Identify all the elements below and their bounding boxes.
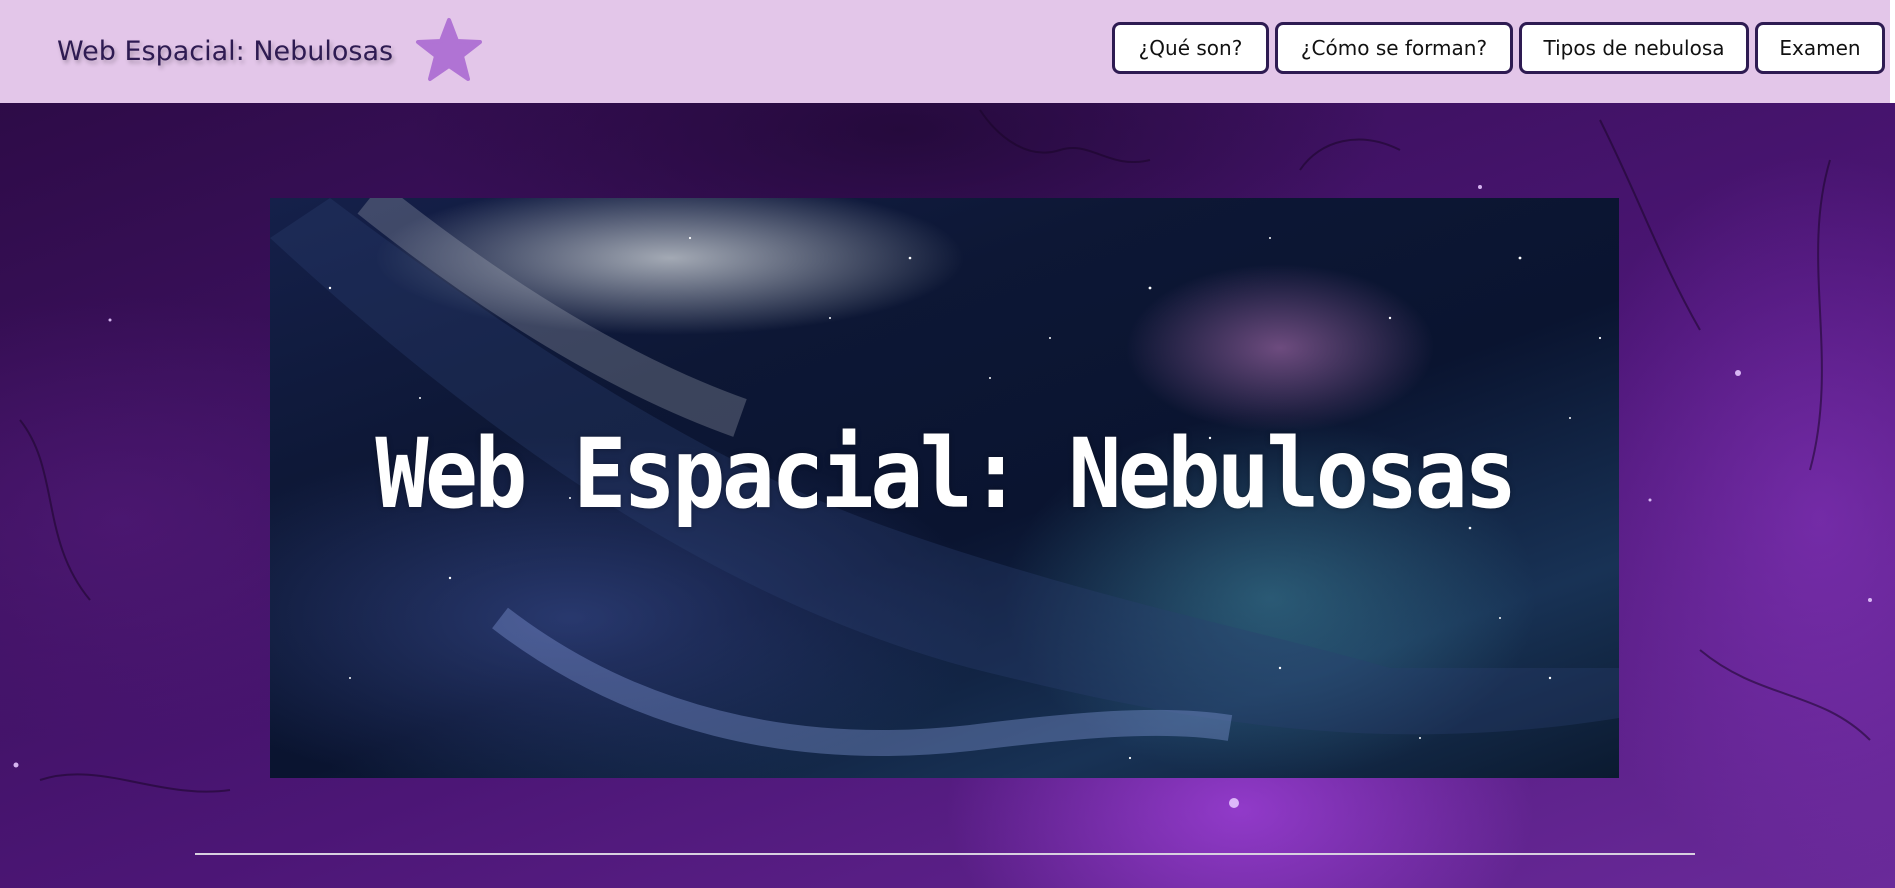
nav-button-que-son[interactable]: ¿Qué son? (1112, 22, 1269, 74)
section-divider (195, 853, 1695, 855)
nav-button-como-se-forman[interactable]: ¿Cómo se forman? (1275, 22, 1513, 74)
navbar-edge (1890, 0, 1895, 103)
hero-title: Web Espacial: Nebulosas (375, 418, 1517, 530)
hero-banner: Web Espacial: Nebulosas (270, 198, 1619, 778)
top-navbar: Web Espacial: Nebulosas ¿Qué son? ¿Cómo … (0, 0, 1895, 103)
site-brand[interactable]: Web Espacial: Nebulosas (57, 30, 393, 72)
nav-button-tipos-de-nebulosa[interactable]: Tipos de nebulosa (1519, 22, 1749, 74)
star-icon (416, 18, 482, 81)
nav-button-examen[interactable]: Examen (1755, 22, 1885, 74)
